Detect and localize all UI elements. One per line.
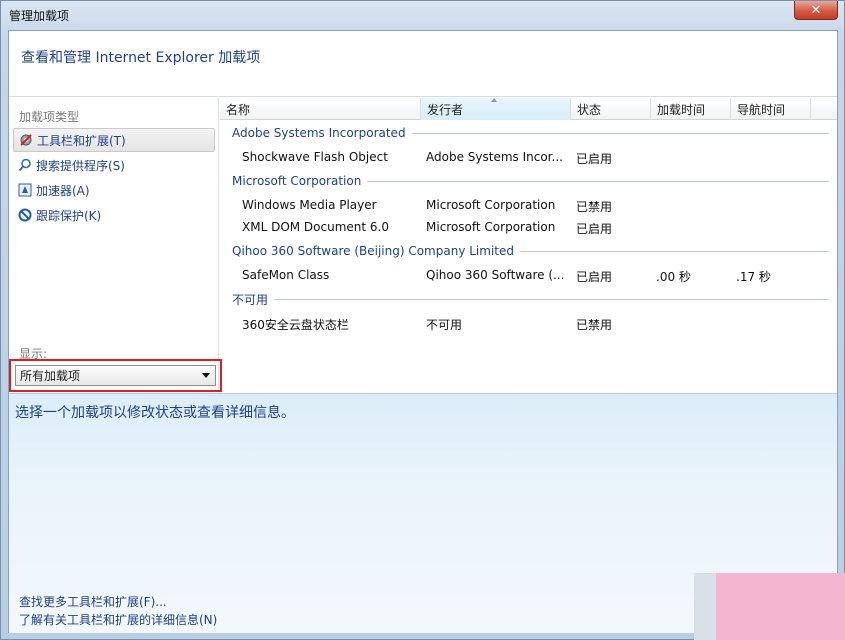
cell-name: SafeMon Class <box>242 268 330 282</box>
close-icon: ✕ <box>810 2 822 18</box>
group-divider <box>367 180 829 182</box>
group-label: Qihoo 360 Software (Beijing) Company Lim… <box>232 244 514 258</box>
cell-name: Shockwave Flash Object <box>242 150 388 164</box>
table-row[interactable]: Shockwave Flash Object Adobe Systems Inc… <box>220 146 837 168</box>
column-nav-time[interactable]: 导航时间 <box>731 98 811 120</box>
group-divider <box>411 132 829 134</box>
cell-status: 已启用 <box>576 222 613 236</box>
close-button[interactable]: ✕ <box>794 1 838 20</box>
chevron-down-icon <box>202 373 210 378</box>
gear-icon <box>18 132 34 148</box>
column-publisher[interactable]: 发行者 <box>421 98 571 120</box>
group-header: Adobe Systems Incorporated <box>220 122 829 144</box>
title-bar: 管理加载项 ✕ <box>1 1 844 29</box>
sidebar-item-accelerators[interactable]: 加速器(A) <box>13 178 215 202</box>
window-title: 管理加载项 <box>9 9 70 23</box>
add-ons-list: 名称 发行者 状态 加载时间 导航时间 Adobe Systems Incorp… <box>220 98 837 392</box>
sort-ascending-icon <box>491 98 497 102</box>
column-status[interactable]: 状态 <box>571 98 651 120</box>
sidebar-item-label: 加速器(A) <box>36 183 90 198</box>
sidebar-item-tracking-protection[interactable]: 跟踪保护(K) <box>13 203 215 227</box>
sidebar-item-label: 搜索提供程序(S) <box>36 158 125 173</box>
cell-status: 已启用 <box>576 152 613 166</box>
table-row[interactable]: SafeMon Class Qihoo 360 Software (... 已启… <box>220 264 837 286</box>
cell-load-time: .00 秒 <box>656 270 691 284</box>
sidebar-item-label: 工具栏和扩展(T) <box>37 133 126 148</box>
column-label: 名称 <box>226 102 251 117</box>
sidebar-item-search-providers[interactable]: 搜索提供程序(S) <box>13 153 215 177</box>
group-label: Adobe Systems Incorporated <box>232 126 406 140</box>
search-icon <box>17 157 33 173</box>
category-pane: 加载项类型 工具栏和扩展(T) 搜索提供程序(S) 加速器(A) 跟踪保护(K)… <box>9 98 222 392</box>
cell-nav-time: .17 秒 <box>736 270 771 284</box>
cell-publisher: 不可用 <box>426 318 463 332</box>
column-load-time[interactable]: 加载时间 <box>651 98 731 120</box>
show-select-value: 所有加载项 <box>20 369 81 383</box>
cell-publisher: Microsoft Corporation <box>426 198 556 212</box>
table-row[interactable]: 360安全云盘状态栏 不可用 已禁用 <box>220 312 837 334</box>
client-area: 查看和管理 Internet Explorer 加载项 加载项类型 工具栏和扩展… <box>8 30 838 633</box>
table-row[interactable]: XML DOM Document 6.0 Microsoft Corporati… <box>220 216 837 238</box>
learn-more-link[interactable]: 了解有关工具栏和扩展的详细信息(N) <box>19 611 217 628</box>
column-label: 发行者 <box>427 102 464 117</box>
block-icon <box>17 207 33 223</box>
group-divider <box>274 298 829 300</box>
column-name[interactable]: 名称 <box>220 98 421 120</box>
column-label: 导航时间 <box>737 102 786 117</box>
cell-publisher: Qihoo 360 Software (... <box>426 268 565 282</box>
group-label: 不可用 <box>232 292 269 307</box>
group-header: 不可用 <box>220 288 829 310</box>
cell-status: 已启用 <box>576 270 613 284</box>
add-ons-window: 管理加载项 ✕ 查看和管理 Internet Explorer 加载项 加载项类… <box>0 0 845 640</box>
cell-name: XML DOM Document 6.0 <box>242 220 389 234</box>
header: 查看和管理 Internet Explorer 加载项 <box>9 31 837 97</box>
cell-status: 已禁用 <box>576 200 613 214</box>
cell-status: 已禁用 <box>576 318 613 332</box>
page-title: 查看和管理 Internet Explorer 加载项 <box>21 50 261 66</box>
corner-overlay-edge <box>694 573 716 640</box>
cell-publisher: Adobe Systems Incor... <box>426 150 563 164</box>
sidebar-item-label: 跟踪保护(K) <box>36 208 102 223</box>
group-header: Qihoo 360 Software (Beijing) Company Lim… <box>220 240 829 262</box>
group-label: Microsoft Corporation <box>232 174 362 188</box>
group-divider <box>519 250 829 252</box>
sidebar-item-toolbars[interactable]: 工具栏和扩展(T) <box>13 128 215 152</box>
cell-name: 360安全云盘状态栏 <box>242 318 349 332</box>
column-label: 状态 <box>577 102 602 117</box>
find-more-link[interactable]: 查找更多工具栏和扩展(F)... <box>19 593 167 610</box>
cell-publisher: Microsoft Corporation <box>426 220 556 234</box>
category-label: 加载项类型 <box>19 110 80 124</box>
table-row[interactable]: Windows Media Player Microsoft Corporati… <box>220 194 837 216</box>
group-header: Microsoft Corporation <box>220 170 829 192</box>
accelerator-icon <box>17 182 33 198</box>
show-select[interactable]: 所有加载项 <box>15 365 216 386</box>
column-header-row: 名称 发行者 状态 加载时间 导航时间 <box>220 98 837 120</box>
cell-name: Windows Media Player <box>242 198 377 212</box>
details-message: 选择一个加载项以修改状态或查看详细信息。 <box>15 405 295 421</box>
show-select-highlight: 所有加载项 <box>9 359 222 392</box>
corner-overlay <box>694 573 845 640</box>
column-label: 加载时间 <box>657 102 706 117</box>
